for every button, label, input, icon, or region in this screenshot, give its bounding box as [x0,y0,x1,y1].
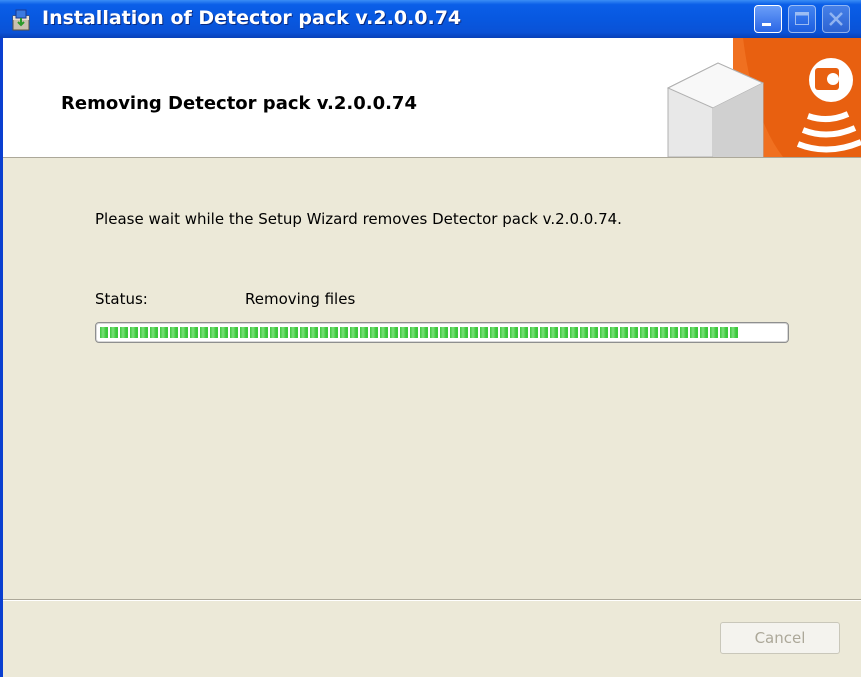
minimize-icon [762,23,771,26]
page-title: Removing Detector pack v.2.0.0.74 [61,93,417,114]
installer-icon [10,8,34,32]
minimize-button[interactable] [754,5,782,33]
banner-graphic [666,38,861,157]
status-label: Status: [95,290,148,308]
status-value: Removing files [245,290,356,308]
maximize-button[interactable] [788,5,816,33]
progress-bar [95,322,789,343]
maximize-icon [795,12,809,25]
description-text: Please wait while the Setup Wizard remov… [95,210,622,228]
window-title: Installation of Detector pack v.2.0.0.74 [42,7,462,29]
close-button[interactable] [822,5,850,33]
footer-divider [3,599,861,601]
cancel-button[interactable]: Cancel [720,622,840,654]
progress-fill [100,327,740,338]
close-icon [829,12,843,26]
wizard-header: Removing Detector pack v.2.0.0.74 [3,38,861,158]
title-bar[interactable]: Installation of Detector pack v.2.0.0.74 [0,0,861,38]
